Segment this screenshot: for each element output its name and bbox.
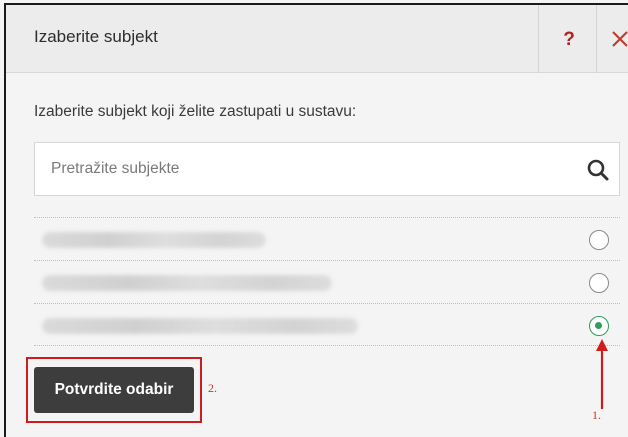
close-button[interactable] <box>608 27 628 51</box>
select-subject-dialog: Izaberite subjekt ? Izaberite subjekt ko… <box>4 3 628 437</box>
subject-name-redacted <box>42 232 266 248</box>
close-icon <box>612 31 628 47</box>
header-divider <box>538 5 539 73</box>
list-item[interactable] <box>34 217 620 260</box>
list-item[interactable] <box>34 260 620 303</box>
subject-radio-selected[interactable] <box>589 316 609 336</box>
annotation-arrow <box>596 339 608 409</box>
header-divider <box>596 5 597 73</box>
instruction-text: Izaberite subjekt koji želite zastupati … <box>34 103 357 120</box>
help-button[interactable]: ? <box>554 25 584 55</box>
confirm-selection-button[interactable]: Potvrdite odabir <box>34 367 194 413</box>
search-input[interactable] <box>49 143 569 195</box>
dialog-header: Izaberite subjekt ? <box>6 5 628 73</box>
search-icon <box>587 159 609 181</box>
subject-radio[interactable] <box>589 230 609 250</box>
search-box <box>34 142 620 196</box>
subject-name-redacted <box>42 318 358 334</box>
dialog-title: Izaberite subjekt <box>34 27 158 46</box>
subject-list <box>34 217 620 346</box>
list-item[interactable] <box>34 303 620 346</box>
annotation-step-2: 2. <box>208 381 217 395</box>
question-mark-icon: ? <box>563 29 575 50</box>
radio-dot <box>595 322 602 329</box>
annotation-step-1: 1. <box>592 408 601 422</box>
subject-radio[interactable] <box>589 273 609 293</box>
subject-name-redacted <box>42 275 332 291</box>
search-button[interactable] <box>586 158 610 182</box>
